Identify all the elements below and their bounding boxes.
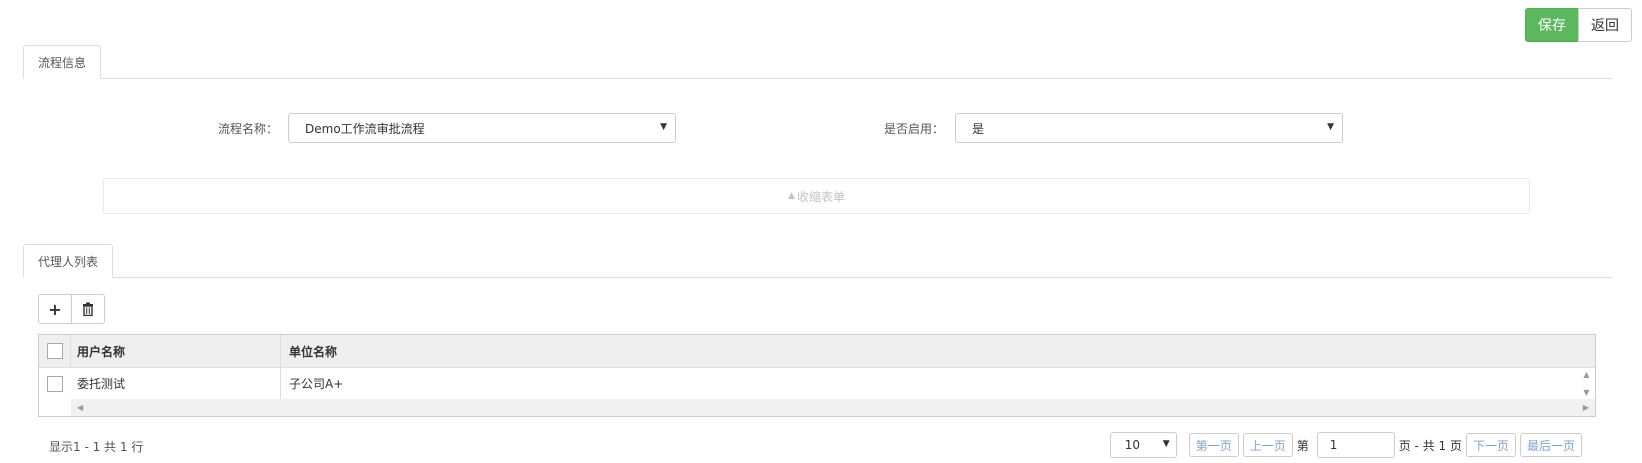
column-header-user[interactable]: 用户名称 bbox=[71, 335, 281, 367]
first-page-button[interactable]: 第一页 bbox=[1188, 433, 1239, 457]
process-form: 流程名称： Demo工作流审批流程 ▼ 是否启用： 是 ▼ bbox=[0, 113, 1642, 143]
process-name-value: Demo工作流审批流程 bbox=[305, 121, 425, 136]
table-header: 用户名称 单位名称 bbox=[39, 335, 1595, 368]
save-button[interactable]: 保存 bbox=[1525, 8, 1579, 42]
row-checkbox[interactable] bbox=[47, 375, 63, 392]
enabled-label: 是否启用： bbox=[884, 122, 945, 136]
collapse-label: 收缩表单 bbox=[796, 189, 845, 204]
chevron-down-icon: ▼ bbox=[1327, 122, 1334, 132]
scroll-down-icon[interactable]: ▼ bbox=[1583, 388, 1589, 397]
last-page-button[interactable]: 最后一页 bbox=[1519, 433, 1582, 457]
table-row[interactable]: 委托测试 子公司A+ ▲ ▼ bbox=[39, 368, 1595, 399]
enabled-value: 是 bbox=[972, 121, 985, 136]
add-button[interactable]: + bbox=[38, 294, 72, 324]
tab-agent-list[interactable]: 代理人列表 bbox=[23, 244, 114, 278]
pager: 10 ▼ 第一页 上一页 第 1 页 - 共 1 页 下一页 最后一页 bbox=[1109, 432, 1586, 458]
tab-process-info[interactable]: 流程信息 bbox=[23, 45, 102, 79]
agent-list-tabbar: 代理人列表 bbox=[23, 244, 1612, 278]
column-header-unit[interactable]: 单位名称 bbox=[281, 335, 1595, 367]
page-number-input[interactable]: 1 bbox=[1316, 432, 1395, 458]
chevron-up-icon: ▲ bbox=[788, 191, 795, 201]
scroll-right-icon[interactable]: ▶ bbox=[1583, 403, 1589, 412]
scroll-up-icon[interactable]: ▲ bbox=[1583, 370, 1589, 379]
collapse-form-button[interactable]: ▲ 收缩表单 bbox=[103, 178, 1530, 214]
chevron-down-icon: ▼ bbox=[660, 122, 667, 132]
agent-table: 用户名称 单位名称 委托测试 子公司A+ ▲ ▼ ◀ ▶ bbox=[38, 334, 1596, 417]
cell-user: 委托测试 bbox=[71, 368, 281, 399]
back-button[interactable]: 返回 bbox=[1578, 8, 1632, 42]
trash-icon bbox=[83, 302, 93, 316]
cell-unit: 子公司A+ bbox=[289, 377, 344, 391]
select-all-checkbox[interactable] bbox=[46, 343, 63, 359]
page-size-value: 10 bbox=[1124, 438, 1140, 452]
vertical-scrollbar[interactable]: ▲ ▼ bbox=[1578, 368, 1595, 399]
horizontal-scrollbar[interactable]: ◀ ▶ bbox=[71, 399, 1595, 416]
row-check-cell bbox=[39, 368, 71, 399]
process-info-tabbar: 流程信息 bbox=[23, 45, 1612, 79]
process-name-select[interactable]: Demo工作流审批流程 ▼ bbox=[288, 113, 676, 143]
plus-icon: + bbox=[48, 299, 62, 319]
page-size-select[interactable]: 10 ▼ bbox=[1109, 432, 1177, 458]
next-page-button[interactable]: 下一页 bbox=[1465, 433, 1516, 457]
top-toolbar: 保存 返回 bbox=[1525, 8, 1632, 42]
page-total: 页 - 共 1 页 bbox=[1398, 438, 1462, 453]
select-all-cell bbox=[39, 335, 71, 367]
process-name-label: 流程名称： bbox=[218, 122, 279, 136]
chevron-down-icon: ▼ bbox=[1162, 439, 1170, 449]
grid-toolbar: + bbox=[38, 294, 105, 324]
page-info: 显示1 - 1 共 1 行 bbox=[49, 440, 144, 454]
enabled-select[interactable]: 是 ▼ bbox=[955, 113, 1343, 143]
current-page-value: 1 bbox=[1329, 438, 1338, 452]
prev-page-button[interactable]: 上一页 bbox=[1242, 433, 1293, 457]
scroll-left-icon[interactable]: ◀ bbox=[77, 403, 83, 412]
page-prefix: 第 bbox=[1296, 438, 1309, 453]
pagination-footer: 显示1 - 1 共 1 行 10 ▼ 第一页 上一页 第 1 页 - 共 1 页… bbox=[0, 432, 1642, 458]
delete-button[interactable] bbox=[71, 294, 105, 324]
